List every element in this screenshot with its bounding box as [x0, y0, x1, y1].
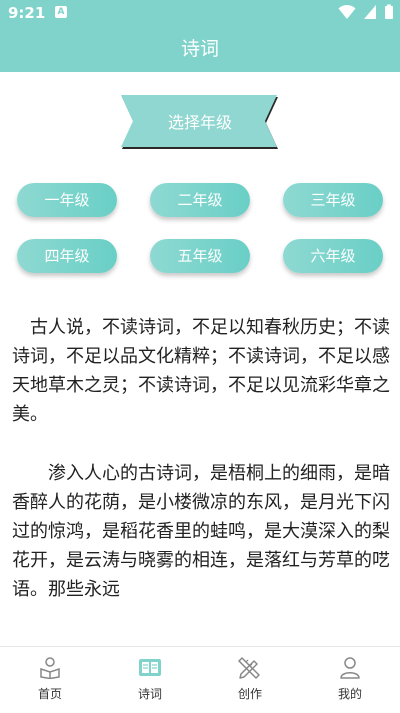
pencil-ruler-icon [238, 657, 260, 679]
grade-button-3[interactable]: 三年级 [283, 183, 383, 217]
status-time: 9:21 [8, 4, 46, 22]
home-reader-icon [40, 657, 60, 679]
signal-icon [363, 5, 376, 19]
book-icon [139, 659, 161, 676]
grade-button-5[interactable]: 五年级 [150, 239, 250, 273]
nav-item-create[interactable]: 创作 [200, 647, 300, 713]
nav-label-create: 创作 [237, 687, 262, 701]
nav-label-poetry: 诗词 [137, 687, 162, 701]
bottom-nav: 首页 诗词 创作 我的 [0, 646, 400, 713]
nav-label-mine: 我的 [337, 687, 362, 701]
grade-selector-title: 选择年级 [167, 113, 232, 132]
battery-icon [385, 4, 393, 19]
grade-button-6[interactable]: 六年级 [283, 239, 383, 273]
grade-button-4[interactable]: 四年级 [17, 239, 117, 273]
status-icons [336, 4, 394, 22]
wifi-icon [338, 4, 356, 19]
nav-item-mine[interactable]: 我的 [300, 647, 400, 713]
intro-paragraph-1: 古人说，不读诗词，不足以知春秋历史；不读诗词，不足以品文化精粹；不读诗词，不足以… [12, 317, 390, 425]
app-header: 诗词 [0, 26, 400, 72]
nav-item-poetry[interactable]: 诗词 [100, 647, 200, 713]
grade-selector-banner: 选择年级 [118, 94, 282, 152]
user-icon [340, 657, 360, 679]
grade-button-2[interactable]: 二年级 [150, 183, 250, 217]
intro-text: 古人说，不读诗词，不足以知春秋历史；不读诗词，不足以品文化精粹；不读诗词，不足以… [12, 313, 390, 604]
nav-item-home[interactable]: 首页 [0, 647, 100, 713]
grade-button-1[interactable]: 一年级 [17, 183, 117, 217]
notification-icon: A [55, 6, 67, 18]
page-title: 诗词 [180, 38, 219, 60]
intro-paragraph-2: 渗入人心的古诗词，是梧桐上的细雨，是暗香醉人的花荫，是小楼微凉的东风，是月光下闪… [12, 463, 390, 600]
status-bar: 9:21 A [0, 0, 400, 26]
nav-label-home: 首页 [37, 687, 62, 701]
